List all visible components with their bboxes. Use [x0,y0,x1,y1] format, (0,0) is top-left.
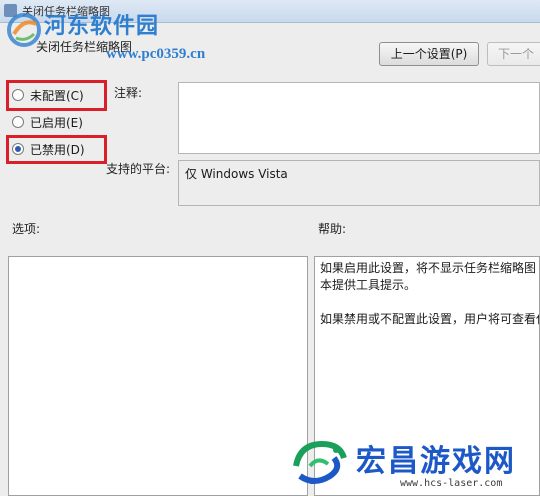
dragon-logo-icon [293,440,347,484]
site1-url: www.pc0359.cn [106,46,206,62]
highlight-box [6,80,107,111]
comment-textarea[interactable] [178,82,540,154]
comment-label: 注释: [114,86,143,100]
help-text-line: 如果禁用或不配置此设置，用户将可查看任 [320,312,540,326]
prev-setting-button[interactable]: 上一个设置(P) [379,42,479,66]
options-label: 选项: [12,222,41,236]
help-text-line: 如果启用此设置，将不显示任务栏缩略图 [320,261,537,275]
site1-name: 河东软件园 [44,14,160,39]
radio-label: 已启用(E) [30,115,83,130]
watermark-site2: 宏昌游戏网 www.hcs-laser.com [290,434,540,496]
supported-platform-box: 仅 Windows Vista [178,160,540,206]
options-panel [8,256,308,496]
radio-circle[interactable] [12,116,24,128]
site2-url: www.hcs-laser.com [400,478,503,489]
site1-logo-icon [7,13,41,47]
supported-platform-value: 仅 Windows Vista [185,167,288,181]
next-setting-button[interactable]: 下一个 [487,42,540,66]
radio-enabled[interactable]: 已启用(E) [12,113,83,131]
help-text-line: 本提供工具提示。 [320,278,417,292]
site2-name: 宏昌游戏网 [356,444,516,479]
help-label: 帮助: [318,222,347,236]
supported-platform-label: 支持的平台: [106,162,171,176]
watermark-site1: 河东软件园 www.pc0359.cn [6,8,216,64]
highlight-box [6,135,107,164]
